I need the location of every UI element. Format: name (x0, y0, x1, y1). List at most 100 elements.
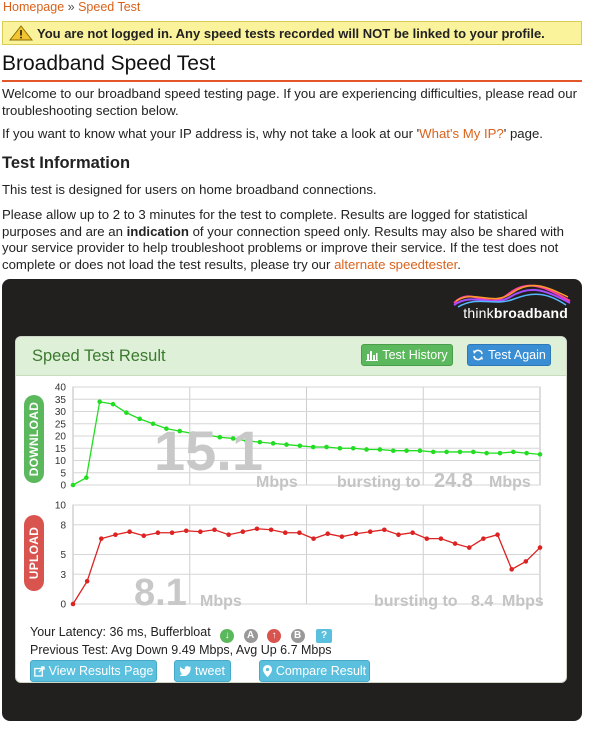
breadcrumb-separator: » (67, 0, 75, 14)
map-marker-icon (262, 665, 272, 677)
download-tick-label: 25 (55, 419, 67, 430)
warning-icon (9, 25, 33, 41)
view-results-label: View Results Page (48, 664, 154, 678)
download-burst-unit: Mbps (489, 474, 531, 491)
download-data-point (457, 449, 463, 455)
download-data-point (364, 447, 369, 452)
upload-burst-label: bursting to (374, 593, 458, 610)
upload-data-point (438, 536, 444, 541)
download-data-point (97, 399, 102, 404)
upload-data-point (282, 530, 288, 536)
upload-data-point (84, 578, 90, 584)
upload-data-point (99, 536, 104, 541)
whats-my-ip-link[interactable]: What's My IP? (419, 126, 504, 141)
download-data-point (444, 449, 449, 455)
download-arrow-icon: ↓ (220, 629, 235, 643)
download-data-point (84, 475, 89, 480)
previous-test-text: Previous Test: Avg Down 9.49 Mbps, Avg U… (30, 643, 332, 657)
upload-data-point (495, 532, 500, 537)
upload-data-point (367, 529, 373, 535)
upload-data-point (297, 530, 302, 536)
grade-a-icon: A (243, 629, 258, 643)
upload-data-point (198, 529, 203, 535)
twitter-icon (180, 666, 192, 676)
download-data-point (430, 449, 436, 455)
help-icon[interactable]: ? (316, 629, 333, 643)
upload-data-point (212, 527, 217, 533)
download-burst-value: 24.8 (434, 470, 473, 492)
upload-data-point (169, 530, 175, 536)
upload-data-point (410, 530, 415, 536)
speedtest-panel: thinkbroadband Speed Test Result Test Hi… (2, 279, 582, 721)
breadcrumb-homepage-link[interactable]: Homepage (3, 0, 64, 14)
intro-paragraph: Welcome to our broadband speed testing p… (2, 86, 577, 118)
upload-data-point (127, 529, 132, 535)
upload-data-point (183, 528, 189, 534)
download-data-point (511, 449, 516, 455)
download-data-point (337, 445, 343, 451)
download-tick-label: 10 (55, 456, 67, 467)
download-data-point (390, 448, 396, 453)
upload-data-point (424, 536, 430, 541)
upload-data-point (353, 531, 359, 537)
section-title: Test Information (2, 154, 131, 172)
upload-chart: 0 3 5 8 10 (55, 501, 543, 611)
compare-result-button[interactable]: Compare Result (259, 660, 370, 682)
breadcrumb-speed-test-link[interactable]: Speed Test (78, 0, 140, 14)
info2-part3: . (457, 256, 461, 272)
login-warning-text: You are not logged in. Any speed tests r… (37, 25, 545, 41)
ip-text-after: ' page. (503, 126, 543, 141)
download-data-point (417, 448, 423, 453)
ip-paragraph: If you want to know what your IP address… (2, 126, 582, 143)
download-data-point (70, 482, 76, 488)
download-speed-unit: Mbps (256, 474, 298, 491)
upload-tick-label: 10 (55, 501, 67, 512)
upload-data-point (268, 527, 274, 533)
upload-data-point (481, 536, 486, 541)
logo-wave-graphic (453, 284, 571, 308)
download-data-point (470, 449, 476, 455)
download-data-point (497, 450, 503, 456)
upload-data-point (155, 530, 161, 536)
download-tick-label: 30 (55, 407, 67, 418)
download-tick-label: 35 (55, 395, 67, 406)
download-tick-label: 40 (55, 383, 67, 394)
download-data-point (324, 444, 329, 450)
result-card: Speed Test Result Test History Test Agai… (15, 336, 567, 683)
alternate-speedtester-link[interactable]: alternate speedtester (334, 257, 457, 272)
download-tick-label: 15 (55, 444, 67, 455)
view-results-button[interactable]: View Results Page (30, 660, 157, 682)
upload-tick-label: 8 (60, 520, 66, 531)
external-link-icon (33, 665, 45, 677)
upload-data-point (141, 533, 147, 538)
compare-result-label: Compare Result (275, 664, 367, 678)
login-warning-banner: You are not logged in. Any speed tests r… (2, 21, 582, 45)
speed-charts: 051015202530354003581015.1 Mbps bursting… (55, 383, 544, 615)
upload-tick-label: 5 (60, 550, 66, 561)
upload-data-point (466, 545, 472, 550)
tweet-button[interactable]: tweet (174, 660, 231, 682)
upload-arrow-icon: ↑ (267, 629, 282, 643)
upload-speed-value: 8.1 (134, 572, 187, 614)
upload-data-point (452, 541, 458, 546)
download-data-point (270, 441, 276, 446)
download-tick-label: 5 (60, 468, 66, 479)
upload-burst-unit: Mbps (502, 593, 544, 610)
info2-bold: indication (126, 223, 189, 239)
upload-speed-unit: Mbps (200, 593, 242, 610)
upload-tick-label: 0 (60, 600, 66, 611)
upload-data-point (509, 567, 514, 572)
ip-text-before: If you want to know what your IP address… (2, 126, 420, 141)
upload-data-point (70, 601, 76, 607)
download-data-point (350, 445, 356, 451)
download-data-point (310, 444, 316, 450)
upload-data-point (325, 531, 331, 537)
upload-data-point (537, 545, 543, 550)
upload-data-point (339, 534, 345, 539)
breadcrumb: Homepage » Speed Test (3, 0, 140, 14)
download-data-point (377, 447, 383, 452)
upload-burst-value: 8.4 (471, 593, 493, 610)
upload-data-point (523, 559, 529, 564)
download-data-point (297, 443, 303, 449)
upload-data-point (240, 529, 246, 535)
